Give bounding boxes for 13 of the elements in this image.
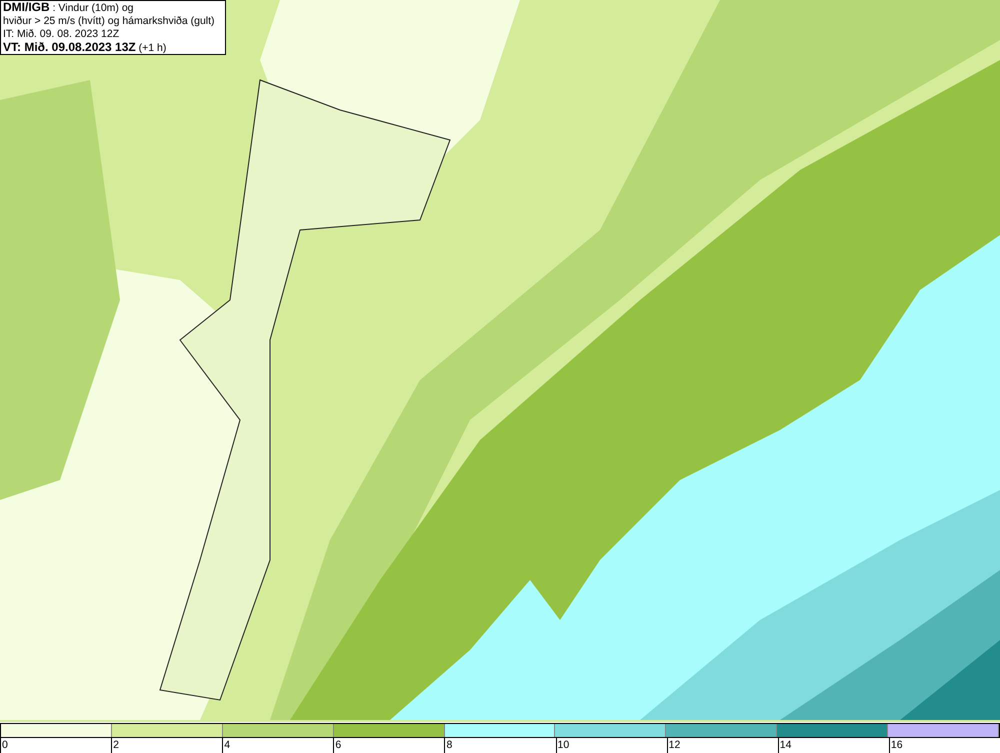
caption-line: VT: Mið. 09.08.2023 13Z (+1 h) <box>3 41 168 54</box>
legend-tick-label: 8 <box>446 739 452 751</box>
legend-tick-label: 16 <box>890 739 903 751</box>
caption-line: DMI/IGB : Vindur (10m) og <box>3 1 135 15</box>
legend-tick-label: 4 <box>224 739 230 751</box>
legend-tick-label: 10 <box>558 739 570 751</box>
legend-tick-label: 14 <box>780 739 792 751</box>
legend-tick-label: 0 <box>2 739 8 751</box>
legend-tick-label: 6 <box>335 739 342 751</box>
caption-line: hviður > 25 m/s (hvítt) og hámarkshviða (gult) <box>3 15 216 28</box>
legend-tick-label: 2 <box>113 739 119 751</box>
caption-line: IT: Mið. 09. 08. 2023 12Z <box>3 28 120 41</box>
legend-tick-label: 12 <box>668 739 680 751</box>
